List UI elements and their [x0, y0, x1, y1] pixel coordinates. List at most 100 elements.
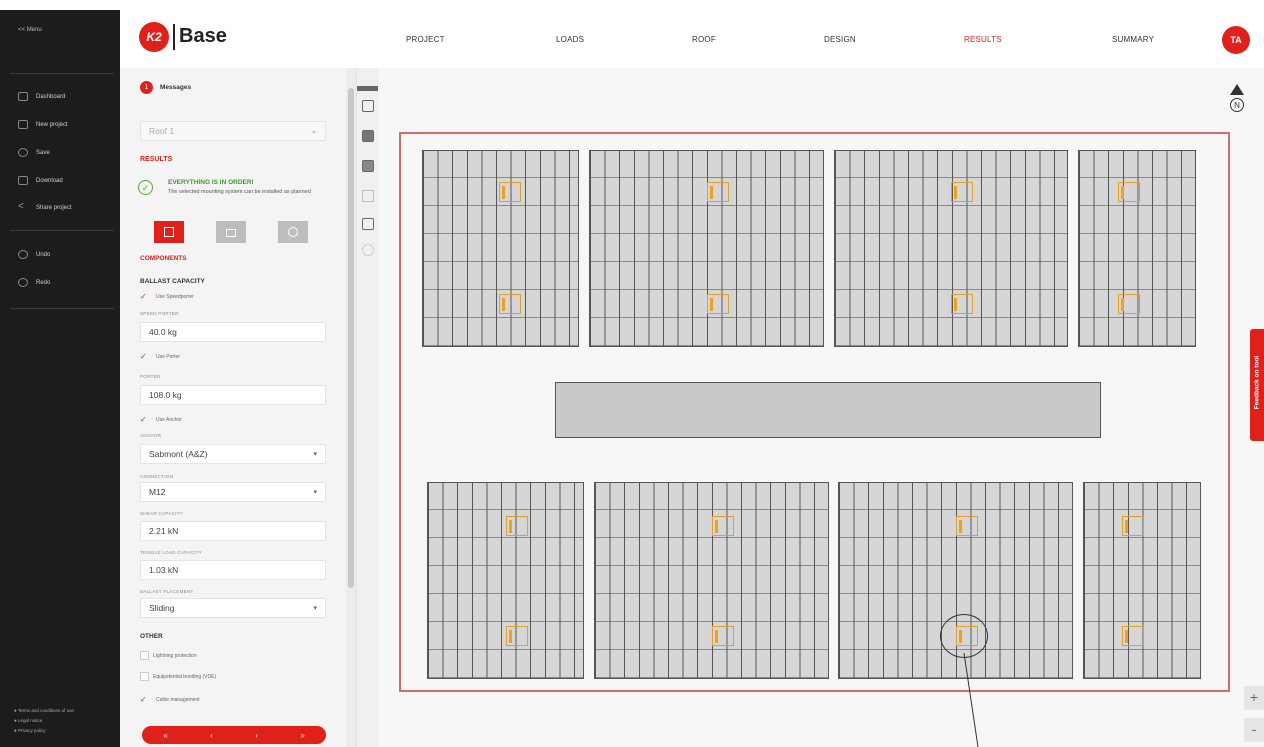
grid-view-icon[interactable]	[362, 100, 374, 112]
layer-view-icon[interactable]	[362, 218, 374, 230]
module-group[interactable]	[834, 150, 1068, 347]
ballast-marker[interactable]	[951, 182, 973, 202]
sidebar-item-save[interactable]: Save	[18, 148, 50, 157]
speed-porter-label: SPEED PORTER	[140, 311, 179, 316]
first-page-icon[interactable]: «	[163, 731, 167, 740]
toolbar-handle[interactable]	[357, 86, 379, 91]
module-group[interactable]	[1078, 150, 1196, 347]
checkmark-icon: ✓	[140, 695, 147, 704]
use-anchor-checkbox[interactable]: ✓ Use Anchor	[140, 415, 182, 424]
speed-porter-input[interactable]: 40.0 kg	[140, 322, 326, 342]
cable-management-checkbox[interactable]: ✓ Cable management	[140, 695, 200, 704]
module-group[interactable]	[1083, 482, 1201, 679]
tab-loads[interactable]: LOADS	[556, 35, 584, 44]
sidebar-item-undo[interactable]: Undo	[18, 250, 50, 259]
ballast-marker[interactable]	[712, 516, 734, 536]
connection-label: CONNECTION	[140, 474, 174, 479]
next-page-icon[interactable]: ›	[255, 731, 258, 740]
footer-links: ● Terms and conditions of use ● Legal no…	[14, 706, 74, 736]
ballast-marker[interactable]	[1122, 626, 1144, 646]
roof-select[interactable]: Roof 1 ⌄	[140, 121, 326, 141]
settings-view-icon[interactable]	[362, 244, 374, 256]
tab-design[interactable]: DESIGN	[824, 35, 856, 44]
sidebar-item-new-project[interactable]: New project	[18, 120, 68, 129]
ballast-placement-select[interactable]: Sliding ▾	[140, 598, 326, 618]
ballast-marker[interactable]	[707, 182, 729, 202]
tab-summary[interactable]: SUMMARY	[1112, 35, 1154, 44]
roof-view-icon[interactable]	[362, 190, 374, 202]
tab-project[interactable]: PROJECT	[406, 35, 445, 44]
tensile-capacity-label: TENSILE LOAD CAPACITY	[140, 550, 202, 555]
terms-link[interactable]: ● Terms and conditions of use	[14, 706, 74, 716]
last-page-icon[interactable]: »	[300, 731, 304, 740]
ballast-marker[interactable]	[1118, 182, 1140, 202]
components-icon	[164, 227, 174, 237]
messages-count-badge: 1	[140, 81, 153, 94]
main-sidebar: << Menu Dashboard New project Save Downl…	[0, 10, 120, 747]
privacy-link[interactable]: ● Privacy policy	[14, 726, 74, 736]
menu-toggle[interactable]: << Menu	[18, 27, 42, 33]
save-icon	[18, 148, 28, 157]
roof-canvas[interactable]: N Feedback on tool + -	[378, 68, 1264, 747]
module-group[interactable]	[422, 150, 579, 347]
download-icon	[18, 176, 28, 185]
sidebar-item-redo[interactable]: Redo	[18, 278, 50, 287]
sidebar-item-share[interactable]: < Share project	[18, 201, 72, 212]
shear-capacity-label: SHEAR CAPACITY	[140, 511, 184, 516]
ballast-marker[interactable]	[956, 516, 978, 536]
settings-view-button[interactable]	[278, 221, 308, 243]
scrollbar-thumb[interactable]	[348, 88, 354, 588]
collapse-icon: <<	[18, 27, 27, 33]
ballast-view-button[interactable]	[216, 221, 246, 243]
ballast-marker[interactable]	[499, 182, 521, 202]
legal-link[interactable]: ● Legal notice	[14, 716, 74, 726]
ballast-marker[interactable]	[1118, 294, 1140, 314]
module-group[interactable]	[427, 482, 584, 679]
user-avatar[interactable]: TA	[1222, 26, 1250, 54]
chevron-down-icon: ▾	[313, 451, 317, 458]
other-heading: OTHER	[140, 633, 163, 640]
north-compass: N	[1228, 84, 1246, 120]
module-group[interactable]	[594, 482, 829, 679]
sidebar-item-dashboard[interactable]: Dashboard	[18, 92, 65, 101]
anchor-select[interactable]: Sabmont (A&Z) ▾	[140, 444, 326, 464]
tensile-capacity-value: 1.03 kN	[140, 560, 326, 580]
tab-roof[interactable]: ROOF	[692, 35, 716, 44]
gear-icon	[288, 227, 298, 237]
zoom-out-button[interactable]: -	[1244, 718, 1264, 742]
redo-icon	[18, 278, 28, 287]
sidebar-item-download[interactable]: Download	[18, 176, 63, 185]
ballast-marker[interactable]	[951, 294, 973, 314]
ballast-marker[interactable]	[499, 294, 521, 314]
app-name: Base	[179, 25, 227, 47]
use-porter-checkbox[interactable]: ✓ Use Porter	[140, 352, 180, 361]
share-icon: <	[18, 201, 24, 212]
prev-page-icon[interactable]: ‹	[210, 731, 213, 740]
ballast-marker[interactable]	[506, 626, 528, 646]
panel-view-icon[interactable]	[362, 130, 374, 142]
divider	[10, 73, 114, 74]
porter-input[interactable]: 108.0 kg	[140, 385, 326, 405]
dashboard-icon	[18, 92, 28, 101]
equipotential-bonding-checkbox[interactable]: Equipotential bonding (VDE)	[140, 672, 216, 681]
zoom-in-button[interactable]: +	[1244, 686, 1264, 710]
module-group[interactable]	[589, 150, 824, 347]
roof-obstacle[interactable]	[555, 382, 1101, 438]
module-view-icon[interactable]	[362, 160, 374, 172]
ballast-marker[interactable]	[506, 516, 528, 536]
connection-select[interactable]: M12 ▾	[140, 482, 326, 502]
view-toolbar	[356, 68, 379, 747]
tab-results[interactable]: RESULTS	[964, 35, 1002, 44]
messages-label[interactable]: Messages	[160, 84, 191, 91]
components-view-button[interactable]	[154, 221, 184, 243]
feedback-tab[interactable]: Feedback on tool	[1250, 329, 1264, 441]
chevron-down-icon: ▾	[313, 489, 317, 496]
ballast-marker[interactable]	[707, 294, 729, 314]
checkmark-icon: ✓	[140, 292, 147, 301]
new-project-icon	[18, 120, 28, 129]
lightning-protection-checkbox[interactable]: Lightning protection	[140, 651, 197, 660]
ballast-marker[interactable]	[1122, 516, 1144, 536]
panel-scrollbar[interactable]	[346, 68, 356, 747]
ballast-marker[interactable]	[712, 626, 734, 646]
use-speedporter-checkbox[interactable]: ✓ Use Speedporter	[140, 292, 194, 301]
